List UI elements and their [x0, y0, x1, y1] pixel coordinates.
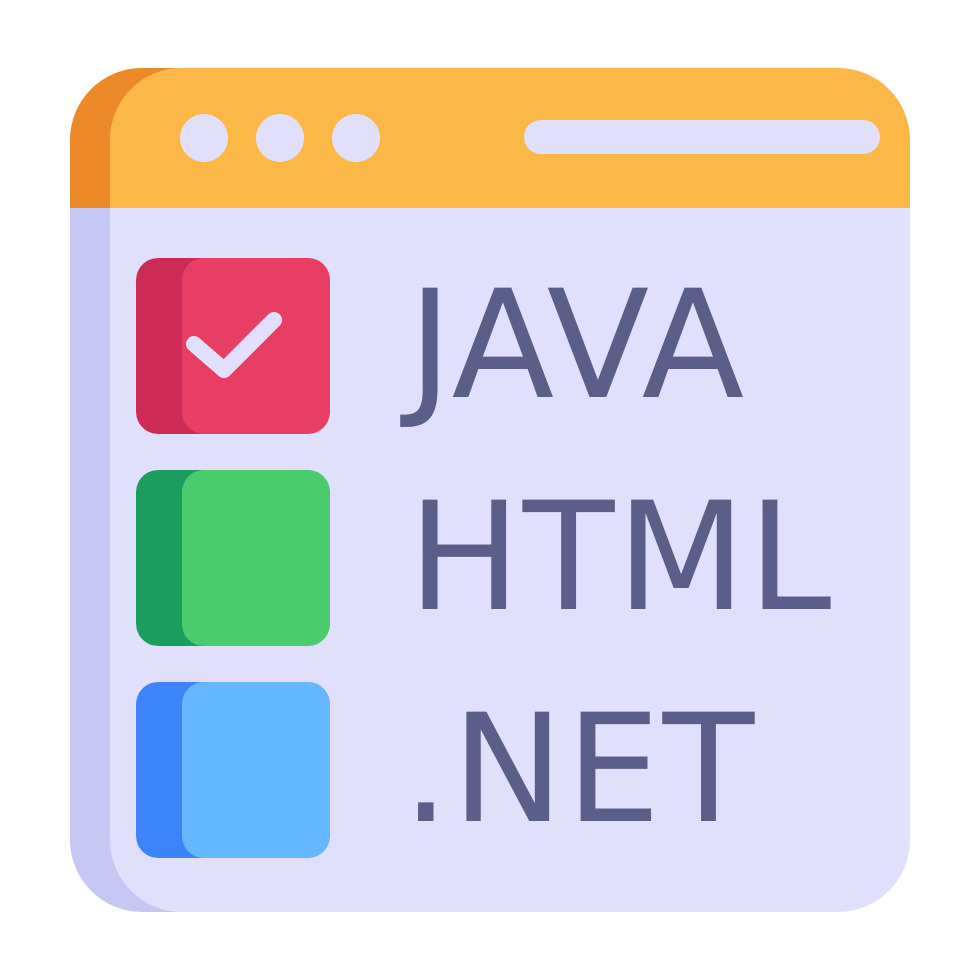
option-label: JAVA	[408, 259, 747, 433]
checkmark-icon	[186, 312, 282, 378]
window-control-dot[interactable]	[180, 114, 228, 162]
window-control-dot[interactable]	[256, 114, 304, 162]
option-label: HTML	[408, 471, 834, 645]
option-label: .NET	[402, 683, 757, 857]
option-html[interactable]: HTML	[136, 470, 896, 646]
option-java[interactable]: JAVA	[136, 258, 896, 434]
option-dotnet[interactable]: .NET	[136, 682, 896, 858]
window-control-dot[interactable]	[332, 114, 380, 162]
checkbox-html[interactable]	[136, 470, 330, 646]
address-bar[interactable]	[524, 120, 880, 154]
checkbox-java[interactable]	[136, 258, 330, 434]
title-bar	[110, 68, 910, 208]
checkbox-dotnet[interactable]	[136, 682, 330, 858]
